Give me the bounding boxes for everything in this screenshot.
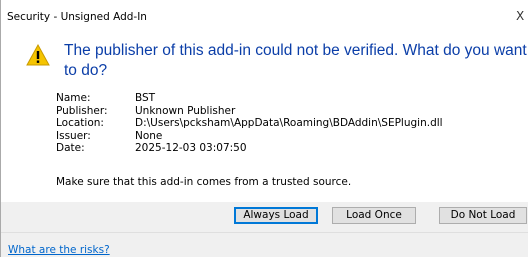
detail-value: None [135, 129, 163, 142]
detail-value: 2025-12-03 03:07:50 [135, 142, 247, 154]
detail-row-date: Date: 2025-12-03 03:07:50 [56, 142, 443, 155]
detail-label: Date: [56, 142, 85, 154]
title-bar: Security - Unsigned Add-In X [1, 0, 528, 32]
detail-label: Name: [56, 92, 91, 104]
detail-value: BST [135, 92, 156, 104]
close-icon[interactable]: X [516, 8, 528, 24]
window-title: Security - Unsigned Add-In [7, 11, 147, 23]
detail-label: Issuer: [56, 129, 91, 142]
detail-row-issuer: Issuer: None [56, 130, 443, 143]
trust-note: Make sure that this add-in comes from a … [56, 176, 352, 188]
detail-value: D:\Users\pcksham\AppData\Roaming\BDAddin… [135, 117, 443, 129]
addin-details: Name: BST Publisher: Unknown Publisher L… [56, 92, 443, 155]
detail-row-publisher: Publisher: Unknown Publisher [56, 105, 443, 118]
always-load-button[interactable]: Always Load [234, 207, 318, 224]
do-not-load-button[interactable]: Do Not Load [439, 207, 527, 224]
detail-label: Location: [56, 117, 104, 129]
detail-row-name: Name: BST [56, 92, 443, 105]
load-once-button[interactable]: Load Once [332, 207, 416, 224]
risks-link[interactable]: What are the risks? [8, 244, 110, 256]
unsigned-addin-dialog: Security - Unsigned Add-In X The publish… [0, 0, 528, 257]
detail-row-location: Location: D:\Users\pcksham\AppData\Roami… [56, 117, 443, 130]
dialog-footer: What are the risks? [1, 232, 528, 257]
detail-value: Unknown Publisher [135, 104, 236, 117]
dialog-heading: The publisher of this add-in could not b… [64, 42, 527, 79]
button-bar: Always Load Load Once Do Not Load [1, 202, 528, 232]
detail-label: Publisher: [56, 104, 108, 117]
warning-icon [26, 44, 50, 66]
